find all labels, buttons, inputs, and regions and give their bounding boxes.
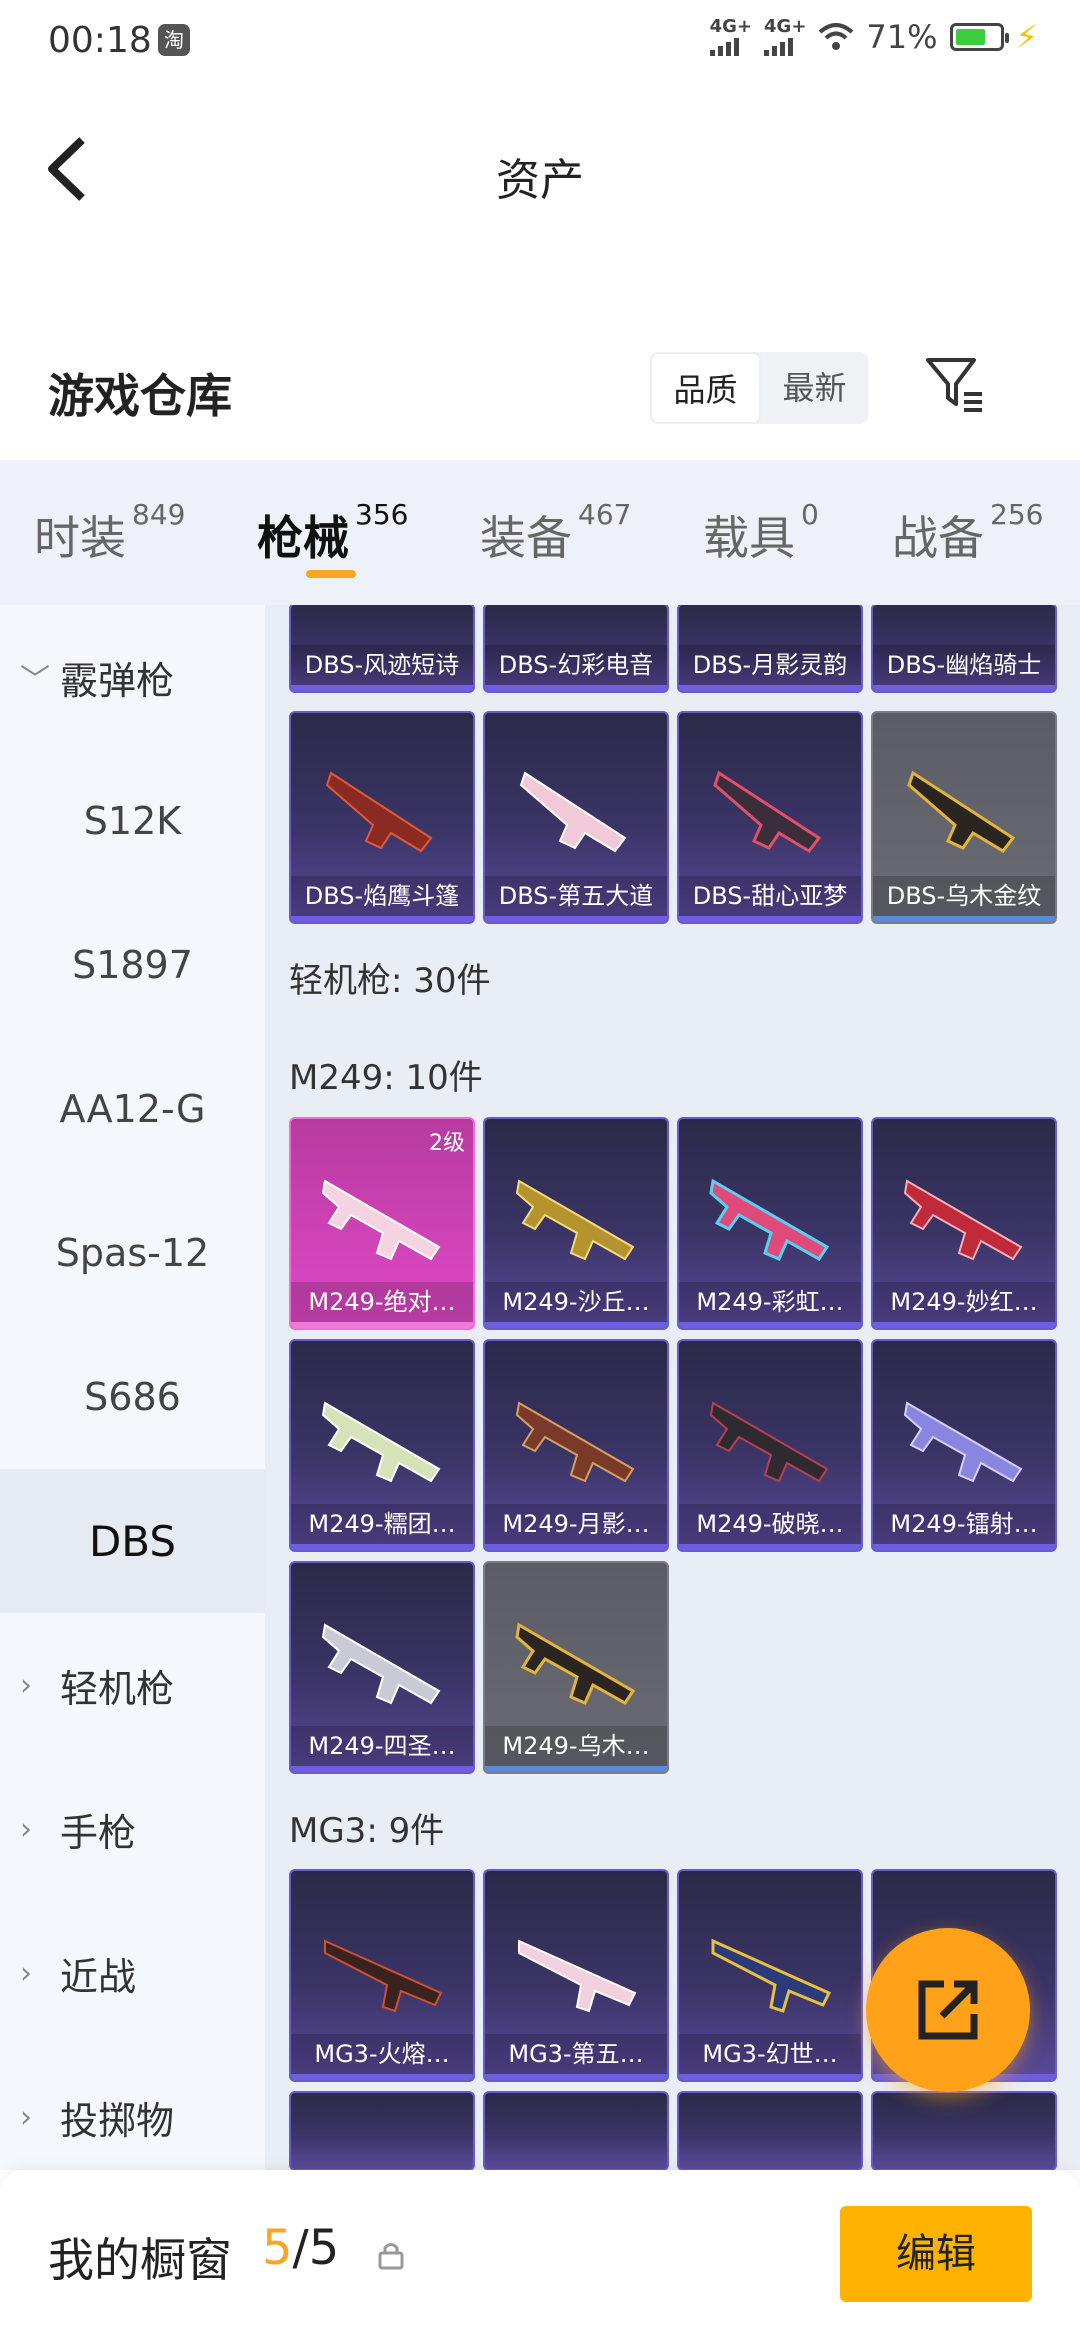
item-card[interactable]: [483, 2091, 669, 2170]
sidebar-item-s12k[interactable]: S12K: [0, 749, 265, 893]
filter-icon[interactable]: [922, 352, 986, 416]
machine-gun-icon: [321, 1401, 441, 1483]
section-mg3-count: MG3: 9件: [289, 1811, 445, 1851]
machine-gun-icon: [903, 1401, 1023, 1483]
item-card[interactable]: M249-彩虹…: [677, 1117, 863, 1330]
showcase-bar: 我的橱窗 5/5 编辑: [0, 2170, 1080, 2340]
machine-gun-icon: [515, 1622, 636, 1705]
item-card[interactable]: MG3-第五…: [483, 1869, 669, 2082]
machine-gun-icon: [903, 1179, 1023, 1261]
item-card[interactable]: DBS-甜心亚梦: [677, 711, 863, 924]
sort-latest-button[interactable]: 最新: [761, 352, 868, 424]
status-bar: 00:18 淘 4G+ 4G+ 71% ⚡: [0, 0, 1080, 84]
item-card[interactable]: M249-月影…: [483, 1339, 669, 1552]
sidebar-item-s686[interactable]: S686: [0, 1325, 265, 1469]
sidebar-item-spas12[interactable]: Spas-12: [0, 1181, 265, 1325]
category-tabs: 时装 849 枪械 356 装备 467 载具 0 战备 256: [0, 460, 1080, 605]
item-card[interactable]: M249-乌木…: [483, 1561, 669, 1774]
signal-icon: 4G+: [709, 18, 752, 56]
page-title: 资产: [496, 155, 584, 206]
item-card[interactable]: M249-镭射…: [871, 1339, 1057, 1552]
item-card[interactable]: DBS-幻彩电音: [483, 605, 669, 693]
item-card[interactable]: MG3-幻世…: [677, 1869, 863, 2082]
wifi-icon: [819, 23, 854, 50]
warehouse-header: 游戏仓库 品质 最新: [0, 340, 1080, 460]
active-tab-indicator: [306, 570, 356, 578]
machine-gun-icon: [711, 1938, 832, 2013]
item-card[interactable]: DBS-焰鹰斗篷: [289, 711, 475, 924]
chevron-right-icon: ›: [20, 1955, 32, 1991]
section-m249-count: M249: 10件: [289, 1058, 483, 1098]
chevron-right-icon: ›: [20, 2099, 32, 2135]
machine-gun-icon: [321, 1179, 441, 1261]
sidebar-group-melee[interactable]: › 近战: [0, 1901, 265, 2045]
item-card[interactable]: [871, 2091, 1057, 2170]
status-time: 00:18: [48, 20, 152, 61]
item-card[interactable]: M249-破晓…: [677, 1339, 863, 1552]
item-card[interactable]: [289, 2091, 475, 2170]
machine-gun-icon: [518, 1939, 637, 2013]
sidebar-group-pistol[interactable]: › 手枪: [0, 1757, 265, 1901]
taobao-icon: 淘: [158, 24, 190, 56]
top-nav: 资产: [0, 84, 1080, 244]
tab-equipment[interactable]: 装备 467: [480, 498, 631, 568]
machine-gun-icon: [321, 1623, 441, 1705]
battery-icon: [949, 23, 1009, 51]
item-card[interactable]: DBS-幽焰骑士: [871, 605, 1057, 693]
tab-fashion[interactable]: 时装 849: [34, 498, 185, 568]
sidebar-group-lmg[interactable]: › 轻机枪: [0, 1613, 265, 1757]
charging-icon: ⚡: [1015, 18, 1038, 56]
chevron-right-icon: ›: [20, 1667, 32, 1703]
item-card[interactable]: M249-四圣…: [289, 1561, 475, 1774]
sidebar-group-throwable[interactable]: › 投掷物: [0, 2045, 265, 2189]
showcase-count: 5/5: [262, 2220, 340, 2276]
weapon-type-sidebar: ﹀ 霰弹枪 S12K S1897 AA12-G Spas-12 S686 DBS …: [0, 605, 265, 2170]
machine-gun-icon: [709, 1401, 829, 1483]
machine-gun-icon: [515, 1179, 635, 1261]
item-card[interactable]: M249-沙丘…: [483, 1117, 669, 1330]
warehouse-title: 游戏仓库: [48, 369, 232, 423]
item-card[interactable]: 2级 M249-绝对…: [289, 1117, 475, 1330]
tab-vehicles[interactable]: 载具 0: [703, 498, 819, 568]
item-card[interactable]: M249-糯团…: [289, 1339, 475, 1552]
item-card[interactable]: M249-妙红…: [871, 1117, 1057, 1330]
chevron-down-icon: ﹀: [20, 663, 50, 698]
item-card[interactable]: DBS-第五大道: [483, 711, 669, 924]
sort-quality-button[interactable]: 品质: [650, 352, 761, 424]
sidebar-item-dbs[interactable]: DBS: [0, 1469, 265, 1613]
chevron-right-icon: ›: [20, 1811, 32, 1847]
signal-icon-2: 4G+: [764, 18, 806, 56]
shotgun-icon: [519, 771, 627, 853]
item-card[interactable]: DBS-乌木金纹: [871, 711, 1057, 924]
item-card[interactable]: MG3-火熔…: [289, 1869, 475, 2082]
tab-guns[interactable]: 枪械 356: [257, 498, 408, 568]
showcase-label: 我的橱窗: [48, 2233, 232, 2287]
sidebar-item-s1897[interactable]: S1897: [0, 893, 265, 1037]
item-level-badge: 2级: [429, 1131, 465, 1156]
item-card[interactable]: DBS-风迹短诗: [289, 605, 475, 693]
battery-percent: 71%: [866, 18, 938, 56]
shotgun-icon: [325, 771, 433, 853]
machine-gun-icon: [709, 1178, 830, 1261]
share-icon: [918, 1980, 978, 2040]
share-button[interactable]: [866, 1928, 1030, 2092]
item-card[interactable]: [677, 2091, 863, 2170]
sidebar-item-aa12g[interactable]: AA12-G: [0, 1037, 265, 1181]
machine-gun-icon: [324, 1939, 443, 2013]
section-lmg-count: 轻机枪: 30件: [289, 961, 491, 1001]
shotgun-icon: [907, 770, 1016, 853]
item-card[interactable]: DBS-月影灵韵: [677, 605, 863, 693]
lock-icon: [378, 2243, 404, 2270]
edit-button[interactable]: 编辑: [840, 2206, 1032, 2302]
machine-gun-icon: [515, 1401, 635, 1483]
shotgun-icon: [713, 770, 822, 853]
sort-toggle: 品质 最新: [650, 352, 868, 424]
sidebar-group-shotgun[interactable]: ﹀ 霰弹枪: [0, 605, 265, 749]
tab-supplies[interactable]: 战备 256: [892, 498, 1043, 568]
